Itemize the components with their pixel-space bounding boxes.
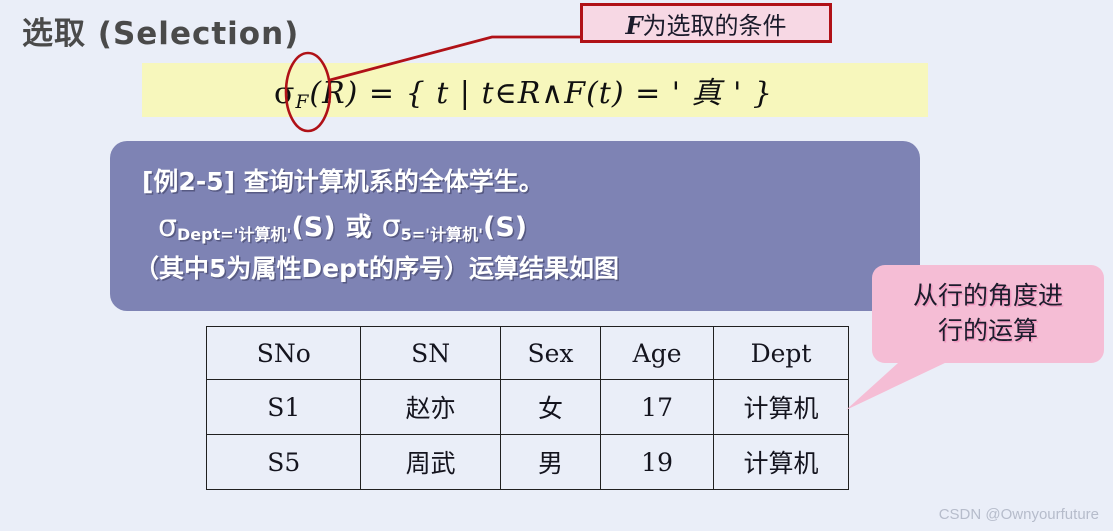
row-perspective-callout-text: 从行的角度进 行的运算 [872, 278, 1104, 348]
row-perspective-callout: 从行的角度进 行的运算 [872, 265, 1104, 363]
slide-canvas: 选取 (Selection) σF(R) = { t | t∈R∧F(t) = … [0, 0, 1113, 531]
callout-line-2: 行的运算 [937, 316, 1038, 345]
callout-line-1: 从行的角度进 [912, 281, 1063, 310]
